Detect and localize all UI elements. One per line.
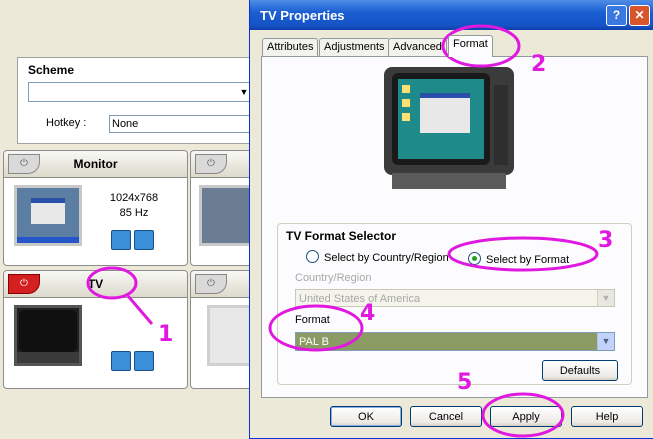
tv-actions [111,351,157,374]
monitor-resolution: 1024x768 85 Hz [104,191,164,221]
annotation-number-4: 4 [360,301,376,326]
chevron-down-icon[interactable]: ▼ [597,333,614,350]
monitor-card-header: ⏻ Monitor [4,151,187,178]
power-icon[interactable]: ⏻ [195,274,227,294]
refresh-rate-text: 85 Hz [119,207,149,219]
annotation-number-3: 3 [598,228,614,253]
annotation-number-5: 5 [457,370,473,395]
format-tab-panel: TV Format Selector Select by Country/Reg… [261,56,648,398]
tv-properties-dialog: TV Properties ? ✕ Attributes Adjustments… [249,0,653,439]
tv-thumbnail-icon [17,310,79,363]
tv-image [14,305,82,366]
ok-button[interactable]: OK [330,406,402,427]
monitor-card[interactable]: ⏻ Monitor 1024x768 85 Hz [3,150,188,266]
format-dropdown[interactable]: PAL B ▼ [295,332,615,351]
radio-select-by-format[interactable]: Select by Format [468,252,569,266]
tab-advanced[interactable]: Advanced [388,38,447,56]
monitor-actions [111,230,157,253]
chevron-down-icon: ▼ [597,290,614,306]
defaults-button[interactable]: Defaults [542,360,618,381]
title-bar[interactable]: TV Properties ? ✕ [250,0,653,30]
radio-button[interactable] [306,250,319,263]
format-value: PAL B [299,336,329,348]
tab-adjustments[interactable]: Adjustments [319,38,390,56]
country-region-label: Country/Region [295,272,372,284]
monitor-title: Monitor [73,157,118,171]
tab-attributes[interactable]: Attributes [262,38,319,56]
tv-title: TV [87,277,104,291]
scheme-dropdown[interactable]: ▼ [28,82,252,102]
extended-display-icon[interactable] [134,230,154,250]
power-icon[interactable]: ⏻ [195,154,227,174]
fourth-device-image [207,305,253,366]
radio-format-label: Select by Format [486,254,570,266]
tv-format-selector-group: TV Format Selector Select by Country/Reg… [277,223,632,385]
radio-country-label: Select by Country/Region [324,252,449,264]
radio-button-checked[interactable] [468,252,481,265]
monitor-image [14,185,82,246]
display-settings-panel: Scheme ▼ Hotkey : None ⏻ Monitor 1024x76… [0,0,263,438]
hotkey-input[interactable]: None [109,115,263,133]
hotkey-label: Hotkey : [46,117,87,129]
country-region-dropdown: United States of America ▼ [295,289,615,307]
extended-display-icon[interactable] [134,351,154,371]
close-icon[interactable]: ✕ [629,5,650,26]
tv-card-header: ⏻ TV [4,271,187,298]
desktop-preview-icon [17,188,79,243]
radio-select-by-country[interactable]: Select by Country/Region [306,250,449,264]
help-button[interactable]: Help [571,406,643,427]
scheme-label: Scheme [28,63,75,77]
cancel-button[interactable]: Cancel [410,406,482,427]
group-title: TV Format Selector [286,229,397,243]
resolution-text: 1024x768 [109,192,159,204]
dialog-title: TV Properties [260,8,345,23]
primary-display-icon[interactable] [111,351,131,371]
annotation-number-2: 2 [531,52,547,77]
format-label: Format [295,314,330,326]
scheme-group: Scheme ▼ Hotkey : None [17,57,263,144]
help-icon[interactable]: ? [606,5,627,26]
primary-display-icon[interactable] [111,230,131,250]
tab-format[interactable]: Format [448,35,493,57]
annotation-number-1: 1 [158,322,174,347]
tv-illustration-icon [384,67,514,189]
apply-button[interactable]: Apply [490,406,562,427]
